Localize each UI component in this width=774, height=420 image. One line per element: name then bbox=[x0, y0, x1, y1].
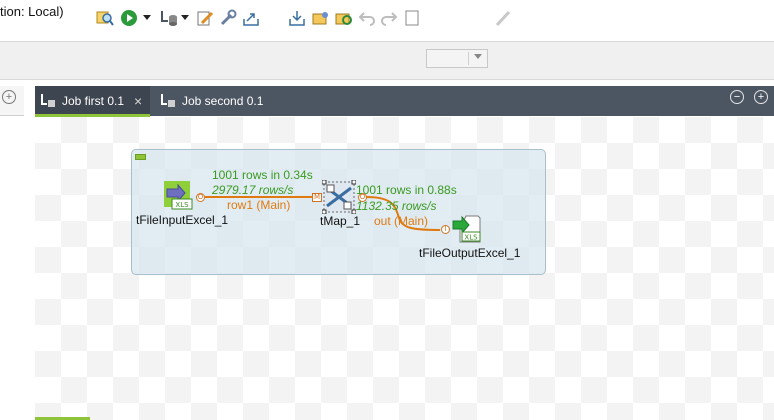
map-input-port[interactable]: M bbox=[312, 193, 322, 202]
row1-stats-rate: 2979.17 rows/s bbox=[212, 183, 294, 197]
row1-connection-label[interactable]: row1 (Main) bbox=[227, 198, 290, 212]
out-connection-label[interactable]: out (Main) bbox=[374, 214, 428, 228]
component-label: tFileOutputExcel_1 bbox=[419, 246, 521, 260]
xls-output-icon[interactable]: XLS bbox=[452, 214, 482, 244]
xls-input-icon[interactable]: XLS bbox=[164, 181, 194, 211]
out-stats-rows: 1001 rows in 0.88s bbox=[356, 183, 457, 197]
xls-badge: XLS bbox=[175, 201, 189, 209]
output-port[interactable]: O bbox=[196, 193, 205, 202]
row1-stats-rows: 1001 rows in 0.34s bbox=[212, 168, 313, 182]
xls-badge: XLS bbox=[464, 234, 478, 242]
tmap-icon[interactable] bbox=[321, 179, 357, 215]
component-label: tMap_1 bbox=[320, 214, 361, 228]
out-stats-rate: 1132.35 rows/s bbox=[356, 199, 437, 213]
component-label: tFileInputExcel_1 bbox=[136, 213, 229, 227]
input-port[interactable]: I bbox=[441, 225, 450, 234]
